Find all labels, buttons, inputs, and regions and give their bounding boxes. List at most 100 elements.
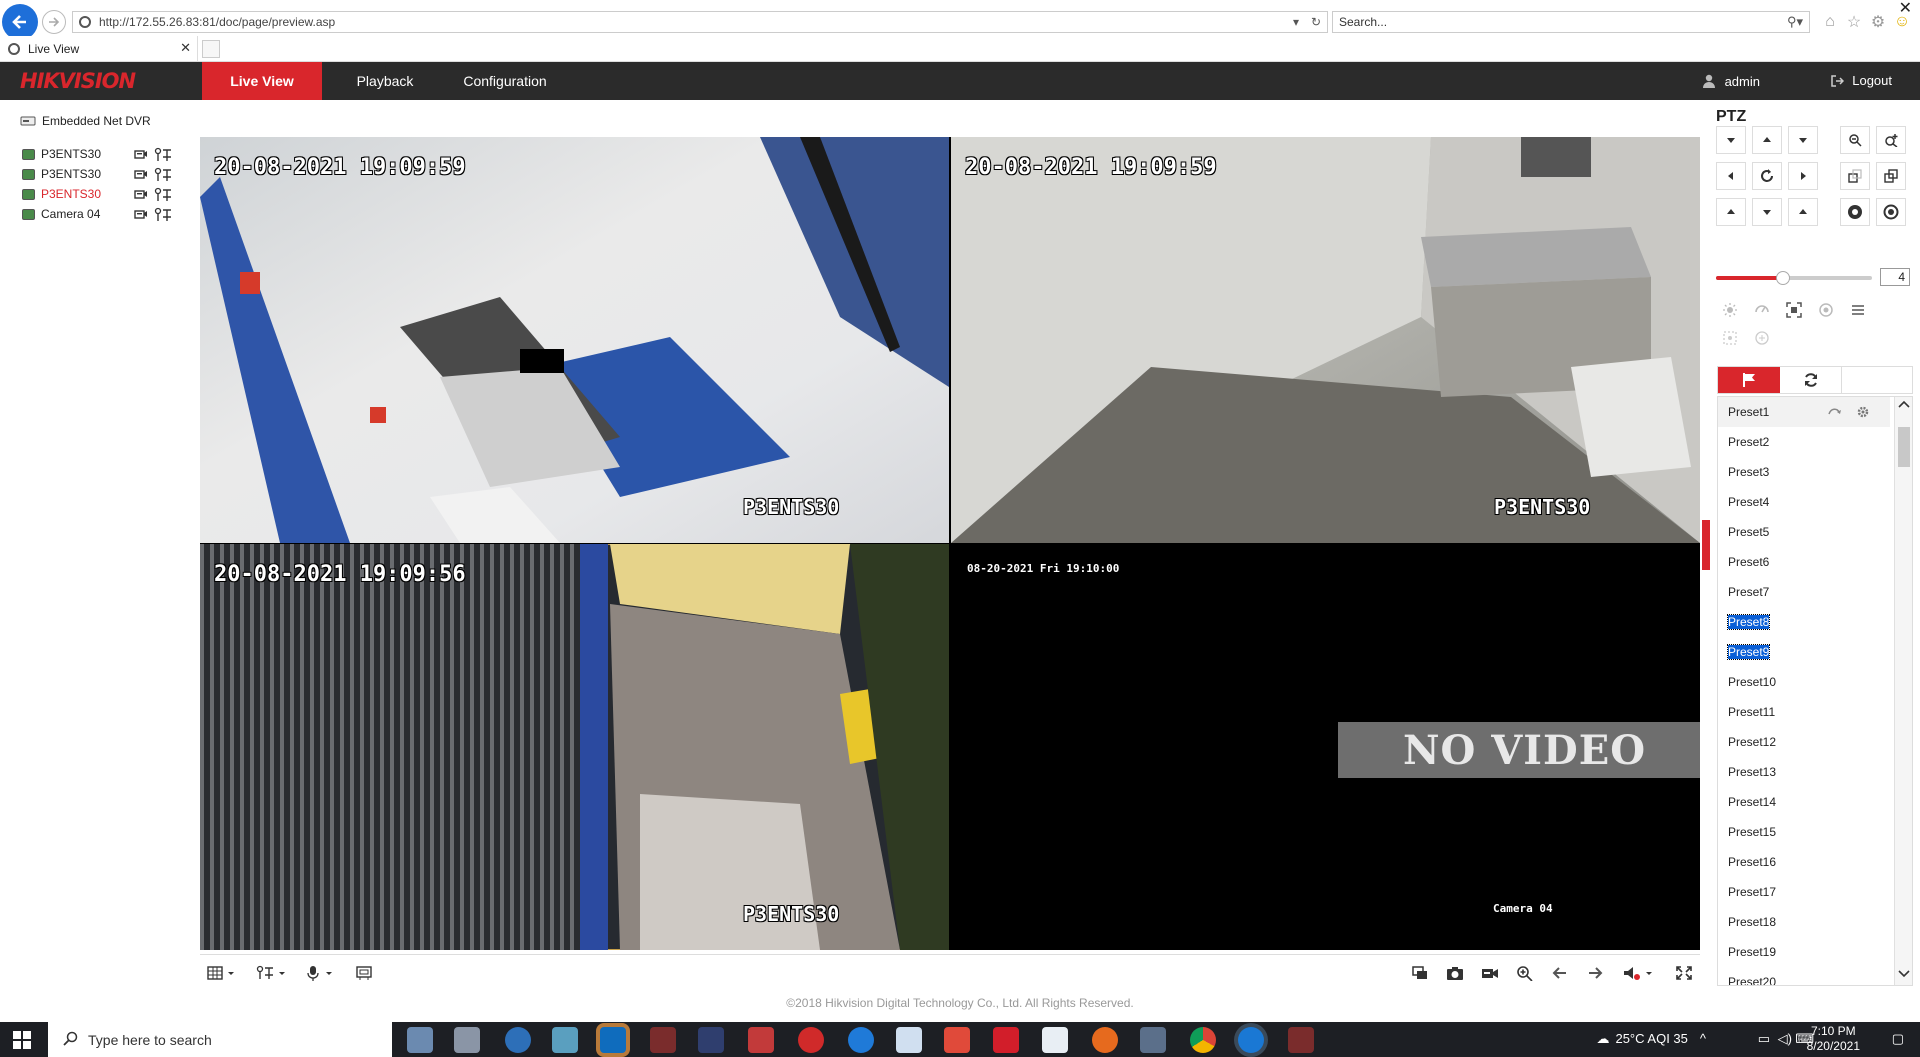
record-icon[interactable] bbox=[134, 188, 148, 200]
video-tile-4[interactable]: 08-20-2021 Fri 19:10:00 NO VIDEO Camera … bbox=[951, 544, 1700, 950]
auxiliary-focus-button[interactable] bbox=[1782, 300, 1806, 320]
ptz-up-left-button[interactable] bbox=[1716, 126, 1746, 154]
fullscreen-button[interactable] bbox=[1674, 964, 1694, 982]
preset-item[interactable]: Preset9 bbox=[1718, 637, 1890, 667]
preset-item[interactable]: Preset6 bbox=[1718, 547, 1890, 577]
taskbar-app-icon[interactable] bbox=[896, 1027, 922, 1053]
gear-icon[interactable] bbox=[1856, 405, 1870, 419]
new-tab-button[interactable] bbox=[202, 40, 220, 58]
close-window-icon[interactable]: ✕ bbox=[1899, 0, 1912, 18]
volume-icon[interactable]: ◁) bbox=[1778, 1031, 1792, 1047]
home-icon[interactable]: ⌂ bbox=[1820, 12, 1840, 32]
ptz-icon[interactable] bbox=[154, 147, 172, 162]
settings-icon[interactable]: ⚙ bbox=[1868, 12, 1888, 32]
ptz-panel-toggle[interactable] bbox=[1702, 520, 1710, 570]
taskbar-clock[interactable]: 7:10 PM 8/20/2021 bbox=[1807, 1024, 1860, 1054]
tree-camera-1[interactable]: P3ENTS30 bbox=[22, 144, 182, 164]
search-icon[interactable]: ⚲▾ bbox=[1787, 14, 1803, 30]
tree-camera-2[interactable]: P3ENTS30 bbox=[22, 164, 182, 184]
network-icon[interactable]: ▭ bbox=[1758, 1031, 1770, 1047]
preset-item[interactable]: Preset3 bbox=[1718, 457, 1890, 487]
preset-item[interactable]: Preset20 bbox=[1718, 967, 1890, 985]
audio-talk-button[interactable] bbox=[306, 964, 338, 982]
light-button[interactable] bbox=[1718, 300, 1742, 320]
taskbar-app-icon[interactable] bbox=[650, 1027, 676, 1053]
ptz-right-button[interactable] bbox=[1788, 162, 1818, 190]
notification-icon[interactable]: ▢ bbox=[1892, 1031, 1904, 1047]
preset-item[interactable]: Preset2 bbox=[1718, 427, 1890, 457]
ptz-icon[interactable] bbox=[154, 187, 172, 202]
ptz-control-button[interactable] bbox=[256, 964, 288, 982]
ptz-up-right-button[interactable] bbox=[1788, 126, 1818, 154]
preset-item[interactable]: Preset18 bbox=[1718, 907, 1890, 937]
taskbar-app-icon[interactable] bbox=[454, 1027, 480, 1053]
preset-item[interactable]: Preset8 bbox=[1718, 607, 1890, 637]
video-tile-1[interactable]: 20-08-2021 19:09:59 P3ENTS30 bbox=[200, 137, 949, 543]
preset-item[interactable]: Preset13 bbox=[1718, 757, 1890, 787]
tab-presets[interactable] bbox=[1718, 367, 1780, 393]
chevron-up-icon[interactable] bbox=[1895, 397, 1913, 411]
chevron-down-icon[interactable] bbox=[1895, 967, 1913, 981]
taskbar-app-icon[interactable] bbox=[798, 1027, 824, 1053]
ptz-auto-button[interactable] bbox=[1752, 162, 1782, 190]
capture-button[interactable] bbox=[1445, 964, 1465, 982]
record-all-button[interactable] bbox=[1480, 964, 1500, 982]
back-button[interactable] bbox=[2, 4, 38, 40]
tab-configuration[interactable]: Configuration bbox=[452, 62, 558, 100]
ptz-speed-slider[interactable] bbox=[1716, 271, 1872, 285]
iris-close-button[interactable] bbox=[1876, 198, 1906, 226]
record-icon[interactable] bbox=[134, 148, 148, 160]
taskbar-search[interactable]: Type here to search bbox=[48, 1022, 392, 1057]
record-icon[interactable] bbox=[134, 168, 148, 180]
tree-camera-4[interactable]: Camera 04 bbox=[22, 204, 182, 224]
taskbar-ie-icon[interactable] bbox=[1238, 1027, 1264, 1053]
scroll-thumb[interactable] bbox=[1898, 427, 1910, 467]
call-preset-icon[interactable] bbox=[1828, 406, 1842, 418]
preset-item[interactable]: Preset10 bbox=[1718, 667, 1890, 697]
focus-far-button[interactable] bbox=[1876, 162, 1906, 190]
user-menu[interactable]: admin bbox=[1701, 73, 1760, 89]
manual-tracking-button[interactable] bbox=[1718, 328, 1742, 348]
taskbar-chrome-icon[interactable] bbox=[1190, 1027, 1216, 1053]
preset-item[interactable]: Preset11 bbox=[1718, 697, 1890, 727]
taskbar-app-icon[interactable] bbox=[552, 1027, 578, 1053]
taskbar-app-icon[interactable] bbox=[993, 1027, 1019, 1053]
previous-page-button[interactable] bbox=[1550, 964, 1570, 982]
zoom-in-button[interactable] bbox=[1876, 126, 1906, 154]
address-bar[interactable]: http://172.55.26.83:81/doc/page/preview.… bbox=[72, 11, 1328, 33]
tab-playback[interactable]: Playback bbox=[340, 62, 430, 100]
video-wall-button[interactable] bbox=[354, 964, 374, 982]
taskbar-app-icon[interactable] bbox=[1288, 1027, 1314, 1053]
preset-item[interactable]: Preset15 bbox=[1718, 817, 1890, 847]
taskbar-app-icon[interactable] bbox=[698, 1027, 724, 1053]
ptz-down-left-button[interactable] bbox=[1716, 198, 1746, 226]
layout-button[interactable] bbox=[206, 964, 238, 982]
record-icon[interactable] bbox=[134, 208, 148, 220]
weather-widget[interactable]: ☁ 25°C AQI 35 ^ bbox=[1596, 1031, 1706, 1047]
wiper-button[interactable] bbox=[1750, 300, 1774, 320]
lens-init-button[interactable] bbox=[1814, 300, 1838, 320]
tree-root-dvr[interactable]: Embedded Net DVR bbox=[20, 114, 151, 128]
forward-button[interactable] bbox=[42, 10, 66, 34]
preset-item[interactable]: Preset1 bbox=[1718, 397, 1890, 427]
taskbar-teamviewer-icon[interactable] bbox=[848, 1027, 874, 1053]
preset-item[interactable]: Preset19 bbox=[1718, 937, 1890, 967]
focus-near-button[interactable] bbox=[1840, 162, 1870, 190]
preset-item[interactable]: Preset5 bbox=[1718, 517, 1890, 547]
video-tile-3[interactable]: 20-08-2021 19:09:56 P3ENTS30 bbox=[200, 544, 949, 950]
preset-item[interactable]: Preset14 bbox=[1718, 787, 1890, 817]
ptz-down-right-button[interactable] bbox=[1788, 198, 1818, 226]
tab-live-view[interactable]: Live View bbox=[202, 62, 322, 100]
favorites-icon[interactable]: ☆ bbox=[1844, 12, 1864, 32]
stop-all-button[interactable] bbox=[1410, 964, 1430, 982]
taskbar-outlook-icon[interactable] bbox=[600, 1027, 626, 1053]
next-page-button[interactable] bbox=[1585, 964, 1605, 982]
taskbar-app-icon[interactable] bbox=[1140, 1027, 1166, 1053]
preset-scrollbar[interactable] bbox=[1894, 397, 1913, 985]
more-menu-button[interactable] bbox=[1846, 300, 1870, 320]
preset-item[interactable]: Preset17 bbox=[1718, 877, 1890, 907]
ptz-icon[interactable] bbox=[154, 207, 172, 222]
tab-patrol[interactable] bbox=[1780, 367, 1842, 393]
taskbar-firefox-icon[interactable] bbox=[1092, 1027, 1118, 1053]
taskbar-app-icon[interactable] bbox=[407, 1027, 433, 1053]
